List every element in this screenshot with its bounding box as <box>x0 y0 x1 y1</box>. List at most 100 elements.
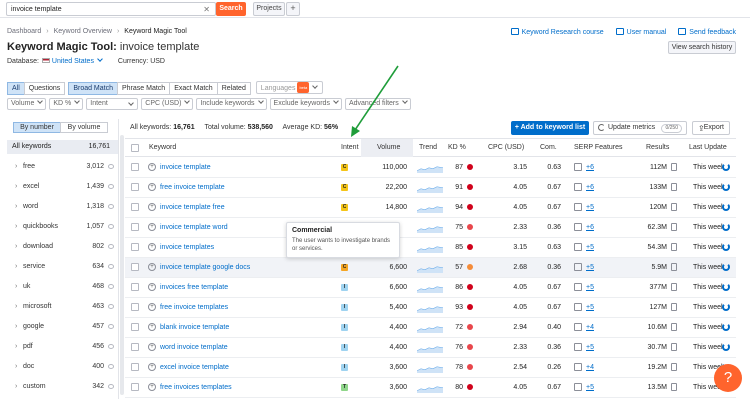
doc-icon[interactable] <box>671 163 677 171</box>
col-last-update[interactable]: Last Update <box>689 144 727 151</box>
doc-icon[interactable] <box>671 363 677 371</box>
refresh-icon[interactable] <box>722 303 730 311</box>
chevron-right-icon[interactable]: › <box>15 223 17 230</box>
filter-advanced[interactable]: Advanced filters <box>344 98 411 110</box>
keyword-link[interactable]: free invoice templates <box>160 304 228 311</box>
eye-icon[interactable] <box>108 264 114 269</box>
search-button[interactable]: Search <box>216 2 246 16</box>
row-checkbox[interactable] <box>131 303 139 311</box>
list-item[interactable]: › custom 342 <box>7 381 118 393</box>
keyword-link[interactable]: invoice template word <box>160 224 228 231</box>
row-checkbox[interactable] <box>131 203 139 211</box>
chevron-right-icon[interactable]: › <box>15 363 17 370</box>
eye-icon[interactable] <box>108 384 114 389</box>
tab-phrase-match[interactable]: Phrase Match <box>117 82 171 95</box>
chevron-right-icon[interactable]: › <box>15 183 17 190</box>
intent-badge[interactable]: I <box>341 344 348 351</box>
row-checkbox[interactable] <box>131 283 139 291</box>
help-button[interactable]: ? <box>714 364 742 392</box>
view-history-button[interactable]: View search history <box>668 41 736 54</box>
chevron-right-icon[interactable]: › <box>15 383 17 390</box>
list-item[interactable]: › microsoft 463 <box>7 301 118 313</box>
eye-icon[interactable] <box>108 364 114 369</box>
add-keyword-icon[interactable]: + <box>148 263 156 271</box>
col-cpc[interactable]: CPC (USD) <box>488 144 524 151</box>
search-input[interactable]: invoice template ✕ <box>6 2 216 16</box>
chevron-down-icon[interactable] <box>97 56 103 62</box>
filter-cpc[interactable]: CPC (USD) <box>141 98 194 110</box>
doc-icon[interactable] <box>671 243 677 251</box>
keyword-link[interactable]: invoice templates <box>160 244 214 251</box>
add-keyword-icon[interactable]: + <box>148 323 156 331</box>
add-keyword-icon[interactable]: + <box>148 303 156 311</box>
keyword-link[interactable]: free invoice template <box>160 184 225 191</box>
filter-exclude[interactable]: Exclude keywords <box>269 98 342 110</box>
by-volume-toggle[interactable]: By volume <box>60 122 108 133</box>
add-keyword-icon[interactable]: + <box>148 383 156 391</box>
intent-badge[interactable]: I <box>341 364 348 371</box>
intent-badge[interactable]: T <box>341 384 348 391</box>
serp-more-link[interactable]: +5 <box>586 344 594 351</box>
doc-icon[interactable] <box>671 263 677 271</box>
doc-icon[interactable] <box>671 343 677 351</box>
doc-icon[interactable] <box>671 283 677 291</box>
add-keyword-icon[interactable]: + <box>148 203 156 211</box>
eye-icon[interactable] <box>108 184 114 189</box>
col-keyword[interactable]: Keyword <box>149 144 176 151</box>
eye-icon[interactable] <box>108 344 114 349</box>
keyword-link[interactable]: invoice template google docs <box>160 264 250 271</box>
list-item[interactable]: › excel 1,439 <box>7 181 118 193</box>
keyword-link[interactable]: word invoice template <box>160 344 228 351</box>
database-select[interactable]: United States <box>52 58 94 65</box>
add-keyword-icon[interactable]: + <box>148 223 156 231</box>
row-checkbox[interactable] <box>131 223 139 231</box>
row-checkbox[interactable] <box>131 323 139 331</box>
row-checkbox[interactable] <box>131 243 139 251</box>
user-manual-link[interactable]: User manual <box>615 28 666 36</box>
doc-icon[interactable] <box>671 323 677 331</box>
list-item[interactable]: › pdf 456 <box>7 341 118 353</box>
serp-more-link[interactable]: +5 <box>586 244 594 251</box>
projects-button[interactable]: Projects <box>253 2 285 16</box>
refresh-icon[interactable] <box>722 263 730 271</box>
export-button[interactable]: ⇪ Export <box>692 121 730 135</box>
row-checkbox[interactable] <box>131 343 139 351</box>
eye-icon[interactable] <box>108 224 114 229</box>
doc-icon[interactable] <box>671 303 677 311</box>
tab-related[interactable]: Related <box>216 82 251 95</box>
breadcrumb-keyword-overview[interactable]: Keyword Overview <box>54 28 112 35</box>
serp-more-link[interactable]: +5 <box>586 204 594 211</box>
filter-volume[interactable]: Volume <box>7 98 47 110</box>
row-checkbox[interactable] <box>131 183 139 191</box>
refresh-icon[interactable] <box>722 203 730 211</box>
filter-intent[interactable]: Intent <box>86 98 139 110</box>
list-item[interactable]: › uk 468 <box>7 281 118 293</box>
refresh-icon[interactable] <box>722 343 730 351</box>
intent-badge[interactable]: C <box>341 164 348 171</box>
keyword-link[interactable]: invoices free template <box>160 284 228 291</box>
intent-badge[interactable]: I <box>341 324 348 331</box>
doc-icon[interactable] <box>671 183 677 191</box>
intent-badge[interactable]: C <box>341 264 348 271</box>
eye-icon[interactable] <box>108 324 114 329</box>
keyword-link[interactable]: invoice template <box>160 164 211 171</box>
languages-select[interactable]: Languages beta <box>255 81 323 94</box>
list-item[interactable]: › quickbooks 1,057 <box>7 221 118 233</box>
add-keyword-icon[interactable]: + <box>148 343 156 351</box>
list-item[interactable]: › download 802 <box>7 241 118 253</box>
refresh-icon[interactable] <box>722 243 730 251</box>
serp-more-link[interactable]: +6 <box>586 164 594 171</box>
filter-kd[interactable]: KD % <box>49 98 84 110</box>
keyword-link[interactable]: free invoices templates <box>160 384 232 391</box>
intent-badge[interactable]: C <box>341 204 348 211</box>
add-to-keyword-list-button[interactable]: + Add to keyword list <box>511 121 589 135</box>
breadcrumb-dashboard[interactable]: Dashboard <box>7 28 41 35</box>
chevron-right-icon[interactable]: › <box>15 203 17 210</box>
chevron-right-icon[interactable]: › <box>15 303 17 310</box>
eye-icon[interactable] <box>108 284 114 289</box>
list-item[interactable]: › doc 400 <box>7 361 118 373</box>
intent-badge[interactable]: C <box>341 184 348 191</box>
add-keyword-icon[interactable]: + <box>148 283 156 291</box>
doc-icon[interactable] <box>671 203 677 211</box>
refresh-icon[interactable] <box>722 283 730 291</box>
